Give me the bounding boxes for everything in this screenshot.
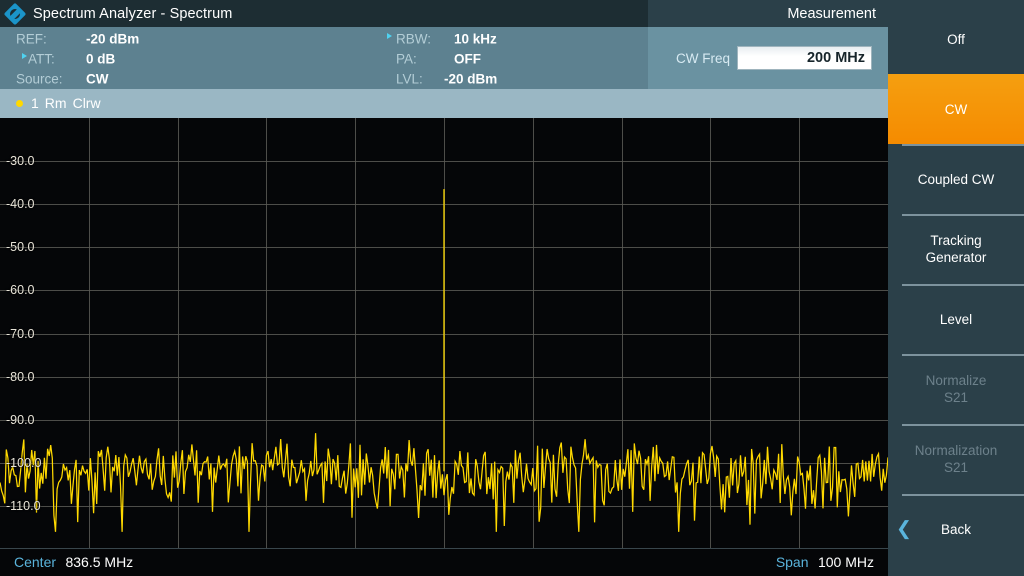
param-pa-label: PA: — [396, 52, 417, 67]
span-value: 100 MHz — [818, 554, 874, 570]
softkey-label: CW — [945, 101, 968, 118]
trace-detector: Rm — [45, 95, 67, 111]
param-source-label: Source: — [16, 72, 63, 87]
param-ref[interactable]: REF: -20 dBm — [16, 29, 206, 49]
y-axis-label: -60.0 — [6, 283, 35, 297]
measurement-header: Measurement — [648, 0, 888, 27]
trace-status-bar[interactable]: 1 Rm Clrw — [0, 89, 888, 117]
param-lvl-value: -20 dBm — [444, 72, 497, 87]
param-rbw-value: 10 kHz — [454, 32, 497, 47]
param-lvl[interactable]: LVL: -20 dBm — [396, 69, 561, 89]
trace-color-indicator-icon — [16, 100, 23, 107]
cw-freq-label: CW Freq — [676, 51, 730, 66]
measurement-header-title: Measurement — [787, 6, 888, 22]
span-label: Span — [776, 554, 809, 570]
center-frequency-value: 836.5 MHz — [65, 554, 133, 570]
softkey-coupled-cw[interactable]: Coupled CW — [888, 144, 1024, 214]
trace-number: 1 — [31, 95, 39, 111]
parameter-row-2: ATT: 0 dB PA: OFF Trigger: Free — [0, 49, 648, 69]
softkey-off[interactable]: Off — [888, 4, 1024, 74]
softkey-label: Off — [947, 31, 965, 48]
softkey-label: Level — [940, 311, 972, 328]
spectrum-diagram[interactable]: -30.0 -40.0 -50.0 -60.0 -70.0 -80.0 -90.0 -100.… — [0, 117, 888, 548]
softkey-label: Back — [941, 521, 971, 538]
coupled-marker-icon — [387, 33, 392, 39]
title-bar: Spectrum Analyzer - Spectrum — [0, 0, 648, 27]
spectrum-trace — [0, 118, 888, 549]
softkey-tracking-generator[interactable]: TrackingGenerator — [888, 214, 1024, 284]
y-axis-label: -50.0 — [6, 240, 35, 254]
param-att[interactable]: ATT: 0 dB — [16, 49, 206, 69]
cw-freq-row: CW Freq 200 MHz — [648, 46, 888, 70]
y-axis-label: -30.0 — [6, 154, 35, 168]
softkey-level[interactable]: Level — [888, 284, 1024, 354]
coupled-marker-icon — [22, 53, 27, 59]
param-att-value: 0 dB — [86, 52, 115, 67]
param-att-label: ATT: — [28, 52, 55, 67]
parameter-bar: REF: -20 dBm RBW: 10 kHz VBW: 100 kHz SW… — [0, 27, 648, 89]
y-axis-label: -90.0 — [6, 413, 35, 427]
softkey-menu: Off CW Coupled CW TrackingGenerator Level Nor… — [888, 0, 1024, 576]
softkey-normalize-s21: NormalizeS21 — [888, 354, 1024, 424]
param-ref-value: -20 dBm — [86, 32, 139, 47]
parameter-row-1: REF: -20 dBm RBW: 10 kHz VBW: 100 kHz SW… — [0, 29, 648, 49]
softkey-back[interactable]: ❮ Back — [888, 494, 1024, 564]
span-setting[interactable]: Span 100 MHz — [776, 554, 874, 572]
y-axis-label: -70.0 — [6, 327, 35, 341]
softkey-label: Coupled CW — [918, 171, 995, 188]
y-axis-label: -80.0 — [6, 370, 35, 384]
softkey-cw[interactable]: CW — [888, 74, 1024, 144]
spectrum-analyzer-screen: Spectrum Analyzer - Spectrum Measurement… — [0, 0, 1024, 576]
param-source-value: CW — [86, 72, 109, 87]
parameter-row-3: Source: CW LVL: -20 dBm Freq: 200 MHz — [0, 69, 648, 89]
rohde-schwarz-logo-icon — [6, 5, 24, 23]
param-ref-label: REF: — [16, 32, 47, 47]
page-title: Spectrum Analyzer - Spectrum — [33, 6, 232, 22]
measurement-panel: CW Freq 200 MHz — [648, 27, 888, 89]
param-pa[interactable]: PA: OFF — [396, 49, 561, 69]
trace-status-text: 1 Rm Clrw — [31, 95, 101, 111]
softkey-label: NormalizationS21 — [915, 442, 998, 476]
center-frequency[interactable]: Center 836.5 MHz — [14, 554, 133, 572]
cw-freq-input[interactable]: 200 MHz — [737, 46, 872, 70]
param-pa-value: OFF — [454, 52, 481, 67]
chevron-left-icon: ❮ — [896, 520, 912, 539]
param-rbw[interactable]: RBW: 10 kHz — [396, 29, 561, 49]
trace-mode: Clrw — [73, 95, 101, 111]
y-axis-label: -40.0 — [6, 197, 35, 211]
y-axis-label: -110.0 — [6, 499, 41, 513]
softkey-label: NormalizeS21 — [926, 372, 987, 406]
footer-bar: Center 836.5 MHz Span 100 MHz — [0, 548, 888, 576]
softkey-normalization-s21: NormalizationS21 — [888, 424, 1024, 494]
param-rbw-label: RBW: — [396, 32, 431, 47]
y-axis-label: -100.0 — [6, 456, 41, 470]
param-lvl-label: LVL: — [396, 72, 423, 87]
softkey-label: TrackingGenerator — [926, 232, 987, 266]
center-frequency-label: Center — [14, 554, 56, 570]
param-source[interactable]: Source: CW — [16, 69, 206, 89]
